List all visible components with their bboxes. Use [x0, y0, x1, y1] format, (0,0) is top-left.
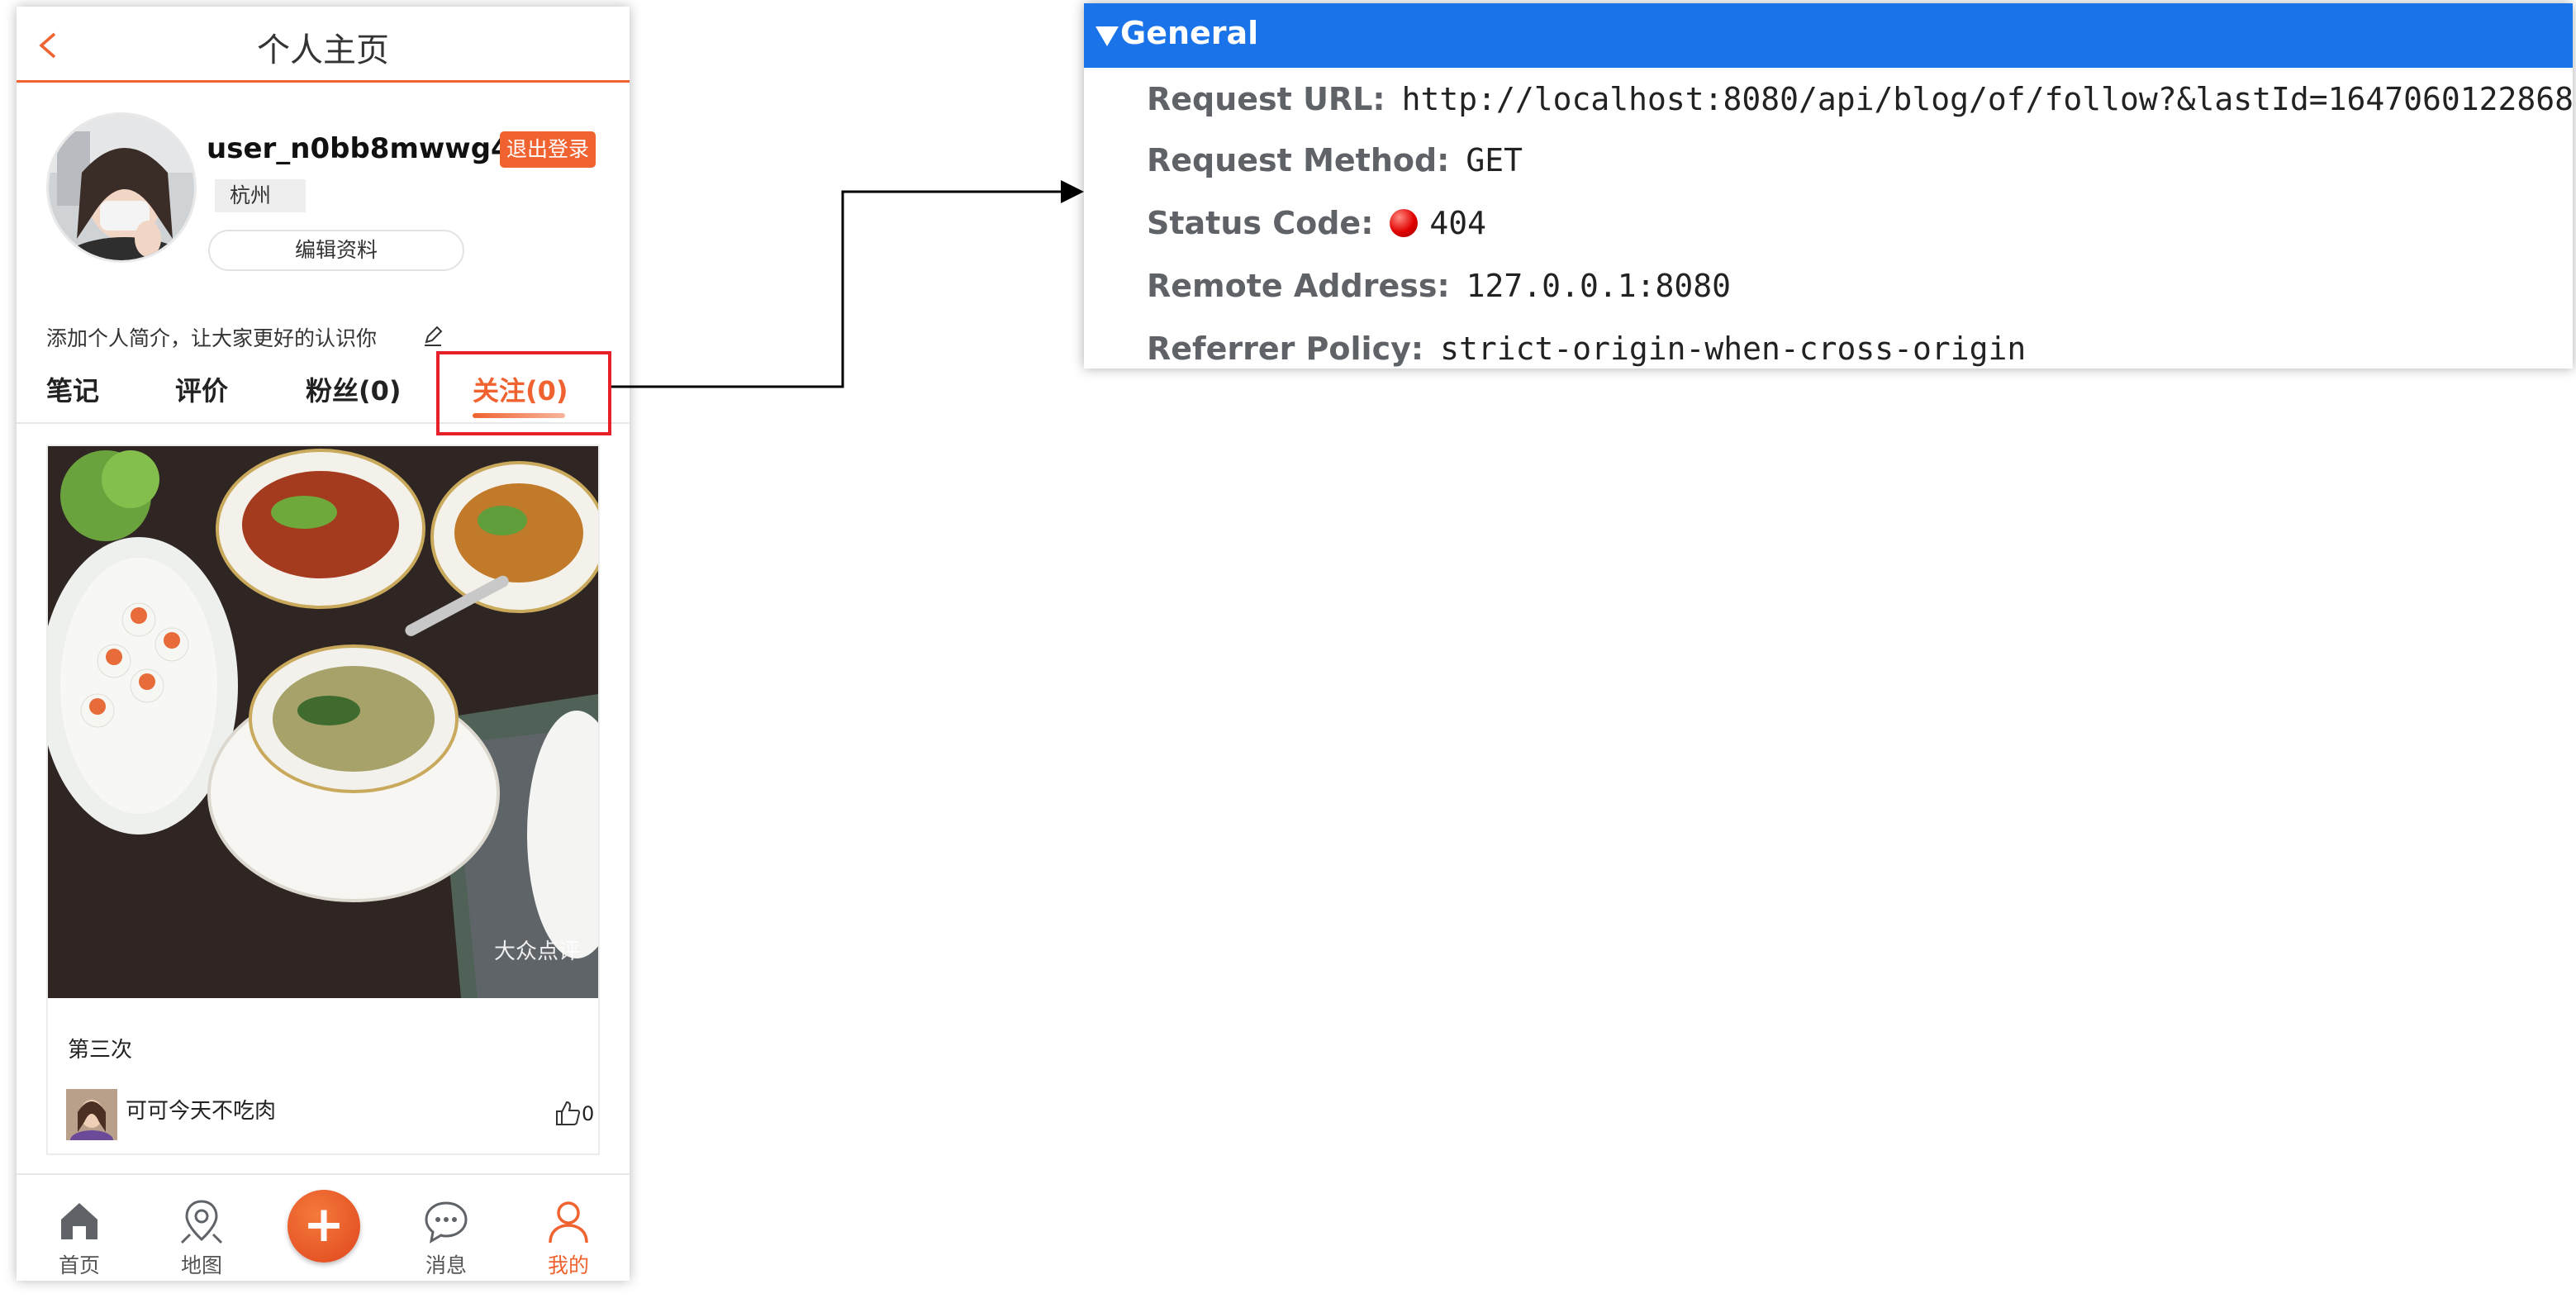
page-title: 个人主页 [257, 31, 389, 69]
remote-address-row: Remote Address: 127.0.0.1:8080 [1147, 268, 1731, 317]
remote-address-label: Remote Address: [1147, 268, 1450, 304]
remote-address-value[interactable]: 127.0.0.1:8080 [1466, 268, 1731, 304]
status-code-label: Status Code: [1147, 205, 1374, 241]
request-url-label: Request URL: [1147, 81, 1385, 117]
triangle-down-icon[interactable] [1094, 23, 1120, 48]
watermark-text: 大众点评 [494, 939, 580, 964]
referrer-policy-label: Referrer Policy: [1147, 331, 1424, 367]
request-method-row: Request Method: GET [1147, 142, 1523, 192]
user-icon [549, 1201, 588, 1244]
nav-add-button[interactable]: + [274, 1180, 373, 1279]
general-section-title: General [1120, 15, 1259, 51]
nav-home-label: 首页 [58, 1253, 100, 1277]
avatar[interactable] [46, 112, 197, 263]
nav-messages-label: 消息 [425, 1253, 467, 1277]
request-method-label: Request Method: [1147, 142, 1450, 178]
nav-map-label: 地图 [180, 1253, 222, 1277]
username: user_n0bb8mwwg4 [207, 132, 511, 165]
request-url-row: Request URL: http://localhost:8080/api/bl… [1147, 81, 2573, 131]
status-code-value[interactable]: 404 [1429, 205, 1486, 241]
author-avatar[interactable] [66, 1089, 117, 1140]
nav-home[interactable]: 首页 [30, 1180, 129, 1279]
home-icon [61, 1203, 97, 1239]
nav-mine-label: 我的 [547, 1253, 589, 1277]
blog-image[interactable]: 大众点评 [48, 446, 598, 998]
like-count: 0 [582, 1102, 595, 1125]
request-url-value[interactable]: http://localhost:8080/api/blog/of/follow… [1402, 81, 2573, 117]
referrer-policy-row: Referrer Policy: strict-origin-when-cross… [1147, 331, 2026, 369]
bio-text[interactable]: 添加个人简介，让大家更好的认识你 [46, 322, 377, 352]
tab-fans[interactable]: 粉丝(0) [306, 370, 402, 408]
nav-mine[interactable]: 我的 [519, 1180, 618, 1279]
avatar-photo-icon [49, 115, 194, 260]
plus-icon[interactable]: + [288, 1190, 360, 1263]
devtools-general-panel: General Request URL: http://localhost:808… [1084, 3, 2573, 369]
referrer-policy-value[interactable]: strict-origin-when-cross-origin [1440, 331, 2026, 367]
pencil-icon[interactable] [421, 324, 444, 347]
chat-bubble-icon [425, 1201, 468, 1244]
edit-profile-button[interactable]: 编辑资料 [208, 230, 464, 271]
blog-title[interactable]: 第三次 [68, 1033, 132, 1063]
nav-messages[interactable]: 消息 [397, 1180, 496, 1279]
nav-map[interactable]: 地图 [152, 1180, 251, 1279]
blog-author-name[interactable]: 可可今天不吃肉 [126, 1094, 276, 1125]
tab-notes[interactable]: 笔记 [46, 370, 99, 408]
page-header: 个人主页 [17, 7, 630, 83]
request-method-value[interactable]: GET [1466, 142, 1523, 178]
logout-button[interactable]: 退出登录 [500, 131, 596, 168]
thumbs-up-icon[interactable] [554, 1099, 582, 1127]
map-pin-icon [180, 1200, 223, 1244]
tab-reviews[interactable]: 评价 [175, 370, 228, 408]
divider [17, 1173, 630, 1175]
city-badge: 杭州 [215, 179, 306, 212]
general-section-header[interactable]: General [1084, 3, 2573, 68]
error-status-dot-icon [1390, 209, 1419, 237]
author-photo-icon [66, 1089, 117, 1140]
food-photo-icon: 大众点评 [48, 446, 598, 998]
blog-card[interactable]: 大众点评 第三次 可可今天不吃肉 0 [46, 445, 600, 1155]
phone-screen: 个人主页 user_n0bb8mwwg4 退出登录 杭州 编辑资料 添加个人简介… [17, 7, 630, 1281]
status-code-row: Status Code: 404 [1147, 205, 1486, 254]
highlight-box [436, 351, 611, 435]
